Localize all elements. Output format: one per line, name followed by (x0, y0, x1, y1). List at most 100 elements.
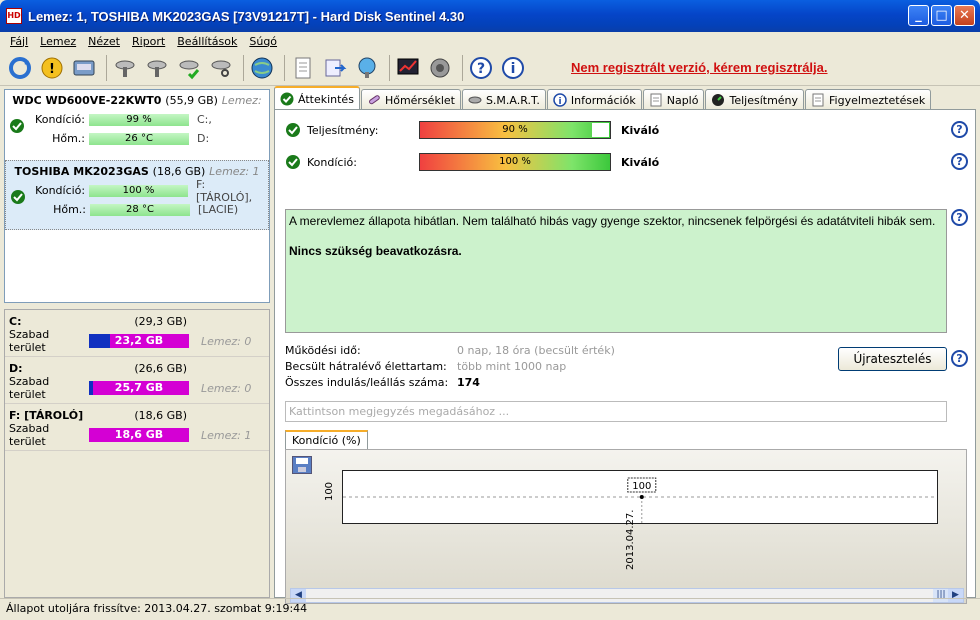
tab-label: S.M.A.R.T. (485, 93, 540, 107)
toolbar-separator (389, 54, 390, 81)
disk-index: Lemez: (221, 94, 262, 107)
svg-text:i: i (511, 61, 516, 77)
menu-bar: Fájl Lemez Nézet Riport Beállítások Súgó (0, 32, 980, 50)
satellite-search-icon[interactable] (207, 54, 235, 82)
performance-value: 90 % (502, 124, 528, 135)
volume-size: (18,6 GB) (134, 409, 187, 422)
tab-temperature[interactable]: Hőmérséklet (360, 89, 461, 110)
condition-chart: Kondíció (%) 100 100 2013.04.27. ◀ ||| ▶ (285, 430, 967, 604)
send-report-icon[interactable] (321, 54, 349, 82)
tab-alerts[interactable]: Figyelmeztetések (805, 89, 932, 110)
minimize-button[interactable]: _ (908, 5, 929, 26)
disk-size: (18,6 GB) (152, 165, 206, 178)
satellite-check-icon[interactable] (175, 54, 203, 82)
performance-bar: 90 % (419, 121, 611, 139)
drive-letters: C:, (197, 113, 212, 126)
status-text: A merevlemez állapota hibátlan. Nem talá… (289, 214, 936, 228)
help-icon[interactable]: ? (951, 209, 968, 226)
tab-performance[interactable]: Teljesítmény (705, 89, 805, 110)
svg-text:?: ? (477, 61, 485, 77)
drive-letters-2: D: (197, 132, 210, 145)
starts-label: Összes indulás/leállás száma: (285, 376, 449, 389)
volume-item[interactable]: C: (29,3 GB) Szabad terület 23,2 GB Lemez: … (5, 310, 269, 357)
status-action: Nincs szükség beavatkozásra. (289, 244, 462, 258)
speaker-icon[interactable] (426, 54, 454, 82)
globe-icon[interactable] (248, 54, 276, 82)
warning-icon[interactable]: ! (38, 54, 66, 82)
tab-label: Hőmérséklet (384, 93, 455, 107)
performance-rating: Kiváló (621, 123, 660, 137)
menu-settings[interactable]: Beállítások (171, 35, 243, 48)
disk-icon[interactable] (70, 54, 98, 82)
toolbar-separator (106, 54, 107, 81)
tab-log[interactable]: Napló (642, 89, 705, 110)
plot-svg: 100 (343, 477, 937, 523)
condition-bar: 99 % (89, 113, 189, 126)
free-space-bar: 18,6 GB (89, 428, 189, 442)
maximize-button[interactable]: □ (931, 5, 952, 26)
condition-label: Kondíció: (307, 155, 357, 169)
chart-tab[interactable]: Kondíció (%) (285, 430, 368, 450)
chart-monitor-icon[interactable] (394, 54, 422, 82)
check-icon (280, 92, 294, 106)
volume-item[interactable]: F: [TÁROLÓ] (18,6 GB) Szabad terület 18,6 … (5, 404, 269, 451)
window-title: Lemez: 1, TOSHIBA MK2023GAS [73V91217T] … (28, 8, 465, 24)
disk-title: WDC WD600VE-22KWT0 (55,9 GB) Lemez: (9, 92, 265, 110)
disk-item-selected[interactable]: TOSHIBA MK2023GAS (18,6 GB) Lemez: 1 Kon… (5, 160, 269, 230)
satellite-icon[interactable] (111, 54, 139, 82)
uptime-label: Működési idő: (285, 344, 361, 357)
tab-label: Információk (570, 93, 636, 107)
save-icon[interactable] (292, 456, 312, 474)
tab-label: Áttekintés (298, 92, 354, 106)
performance-label: Teljesítmény: (307, 123, 379, 137)
menu-report[interactable]: Riport (126, 35, 171, 48)
register-link[interactable]: Nem regisztrált verzió, kérem regisztrál… (571, 60, 828, 75)
status-description: A merevlemez állapota hibátlan. Nem talá… (285, 209, 947, 333)
satellite-2-icon[interactable] (143, 54, 171, 82)
refresh-icon[interactable] (6, 54, 34, 82)
toolbar-separator (284, 54, 285, 81)
chart-panel: 100 100 2013.04.27. ◀ ||| ▶ (285, 449, 967, 604)
tab-strip: Áttekintés Hőmérséklet S.M.A.R.T. i Infor… (274, 86, 932, 110)
network-icon[interactable] (353, 54, 381, 82)
used-space-fill (89, 381, 93, 395)
disk-list: WDC WD600VE-22KWT0 (55,9 GB) Lemez: Kond… (4, 89, 270, 303)
menu-help[interactable]: Súgó (243, 35, 283, 48)
help-icon[interactable]: ? (951, 153, 968, 170)
check-icon (286, 123, 300, 137)
help-icon[interactable]: ? (951, 350, 968, 367)
free-space-value: 25,7 GB (114, 381, 164, 394)
hds-app-icon[interactable]: HD (6, 8, 22, 24)
menu-view[interactable]: Nézet (82, 35, 126, 48)
tab-info[interactable]: i Információk (546, 89, 642, 110)
disk-size: (55,9 GB) (165, 94, 218, 107)
menu-disk[interactable]: Lemez (34, 35, 82, 48)
tab-overview[interactable]: Áttekintés (274, 86, 360, 110)
menu-file[interactable]: Fájl (4, 35, 34, 48)
info-icon[interactable]: i (499, 54, 527, 82)
report-icon[interactable] (289, 54, 317, 82)
help-icon[interactable]: ? (951, 121, 968, 138)
retest-button[interactable]: Újratesztelés (838, 347, 947, 371)
data-point (639, 495, 644, 499)
starts-value: 174 (457, 376, 480, 389)
toolbar: ! ? i Nem regisztrált verzió, kérem regi… (0, 50, 980, 86)
main-pane: Áttekintés Hőmérséklet S.M.A.R.T. i Infor… (274, 86, 976, 604)
tab-label: Teljesítmény (729, 93, 799, 107)
help-icon[interactable]: ? (467, 54, 495, 82)
left-pane: WDC WD600VE-22KWT0 (55,9 GB) Lemez: Kond… (4, 89, 270, 598)
drive-letters-2: [LACIE) (198, 203, 239, 216)
disk-name: WDC WD600VE-22KWT0 (12, 94, 162, 107)
disk-item[interactable]: WDC WD600VE-22KWT0 (55,9 GB) Lemez: Kond… (5, 90, 269, 160)
volume-size: (29,3 GB) (134, 315, 187, 328)
status-bar: Állapot utoljára frissítve: 2013.04.27. … (0, 598, 980, 620)
volume-list: C: (29,3 GB) Szabad terület 23,2 GB Lemez: … (4, 309, 270, 598)
note-input[interactable]: Kattintson megjegyzés megadásához ... (285, 401, 947, 422)
used-space-fill (89, 334, 110, 348)
close-button[interactable]: ✕ (954, 5, 975, 26)
volume-size: (26,6 GB) (134, 362, 187, 375)
uptime-row: Működési idő: 0 nap, 18 óra (becsült érté… (285, 343, 615, 359)
tab-smart[interactable]: S.M.A.R.T. (461, 89, 546, 110)
volume-item[interactable]: D: (26,6 GB) Szabad terület 25,7 GB Lemez: … (5, 357, 269, 404)
disk-name: TOSHIBA MK2023GAS (14, 165, 149, 178)
